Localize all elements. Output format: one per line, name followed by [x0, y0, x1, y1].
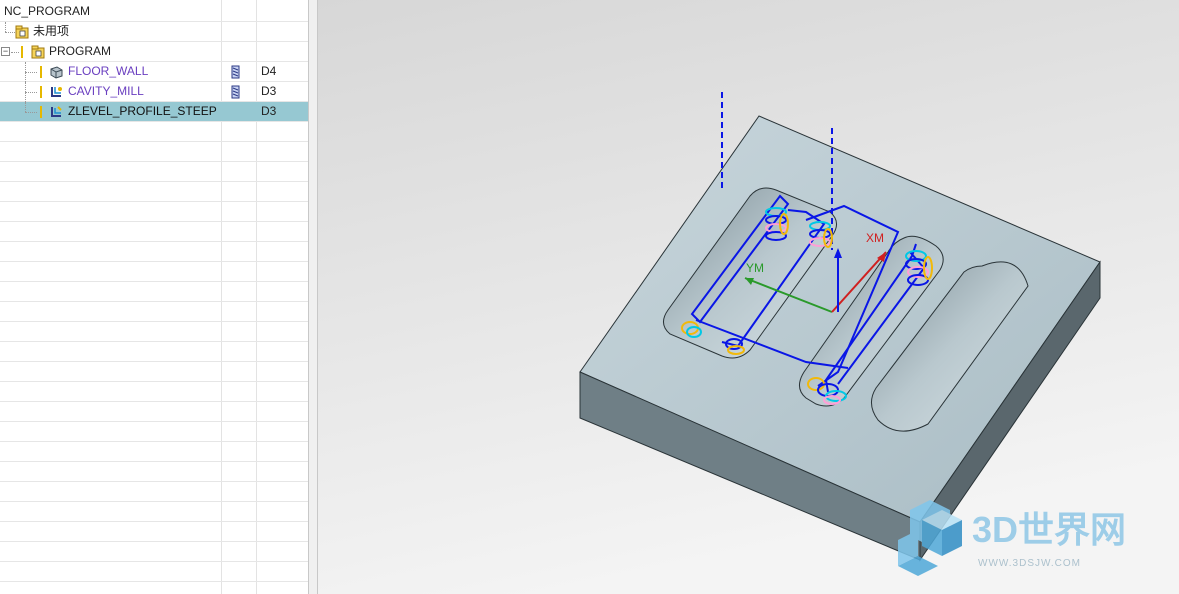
- operation-navigator: NC_PROGRAM 未用项 − PROGRAM FLOOR_WALL D4 C…: [0, 0, 308, 594]
- empty-row: [0, 462, 308, 482]
- program-folder-icon: [15, 25, 29, 39]
- empty-row: [0, 182, 308, 202]
- collapse-toggle[interactable]: −: [1, 47, 10, 56]
- empty-row: [0, 122, 308, 142]
- watermark-url: WWW.3DSJW.COM: [978, 558, 1081, 569]
- empty-row: [0, 362, 308, 382]
- panel-splitter[interactable]: [308, 0, 318, 594]
- tree-line: [5, 32, 15, 33]
- cavity-mill-operation-icon: [51, 87, 62, 97]
- status-marker: [21, 46, 23, 58]
- empty-row: [0, 502, 308, 522]
- empty-row: [0, 202, 308, 222]
- x-axis-label: XM: [866, 231, 884, 245]
- zlevel-profile-operation-icon: [51, 106, 62, 117]
- empty-row: [0, 522, 308, 542]
- status-marker: [40, 66, 42, 78]
- empty-row: [0, 322, 308, 342]
- operation-name: ZLEVEL_PROFILE_STEEP: [68, 104, 217, 118]
- tree-row-root[interactable]: NC_PROGRAM: [0, 2, 308, 22]
- tree-row-operation[interactable]: CAVITY_MILL D3: [0, 82, 308, 102]
- status-marker: [40, 86, 42, 98]
- tree-row-operation-selected[interactable]: ZLEVEL_PROFILE_STEEP D3: [0, 102, 308, 122]
- empty-row: [0, 422, 308, 442]
- empty-row: [0, 442, 308, 462]
- tool-name: D4: [261, 64, 277, 78]
- watermark-brand: 3D世界网: [972, 509, 1126, 550]
- floor-wall-operation-icon: [50, 66, 63, 79]
- tree-line: [25, 102, 26, 112]
- tree-line: [5, 22, 6, 32]
- program-label: PROGRAM: [49, 44, 112, 58]
- empty-row: [0, 402, 308, 422]
- unused-label: 未用项: [33, 24, 70, 38]
- tree-line: [11, 52, 19, 53]
- status-marker: [40, 106, 42, 118]
- tool-name: D3: [261, 84, 277, 98]
- empty-row: [0, 302, 308, 322]
- y-axis-label: YM: [746, 261, 764, 275]
- empty-row: [0, 482, 308, 502]
- tool-icon: [231, 85, 240, 99]
- empty-row: [0, 262, 308, 282]
- tree-line: [25, 112, 37, 113]
- empty-row: [0, 162, 308, 182]
- empty-row: [0, 222, 308, 242]
- tool-name: D3: [261, 104, 277, 118]
- tree-row-program[interactable]: − PROGRAM: [0, 42, 308, 62]
- tool-icon: [231, 65, 240, 79]
- empty-row: [0, 342, 308, 362]
- empty-row: [0, 242, 308, 262]
- operation-name: CAVITY_MILL: [68, 84, 144, 98]
- graphics-window[interactable]: XM YM 3D世界网 WWW.3DSJW.COM: [318, 0, 1179, 594]
- empty-row: [0, 562, 308, 582]
- empty-row: [0, 542, 308, 562]
- root-label: NC_PROGRAM: [4, 4, 91, 18]
- empty-row: [0, 282, 308, 302]
- tree-row-operation[interactable]: FLOOR_WALL D4: [0, 62, 308, 82]
- operation-name: FLOOR_WALL: [68, 64, 149, 78]
- program-folder-icon: [31, 45, 45, 59]
- tree-line: [25, 72, 37, 73]
- tree-row-unused[interactable]: 未用项: [0, 22, 308, 42]
- empty-row: [0, 382, 308, 402]
- empty-row: [0, 142, 308, 162]
- tree-line: [25, 92, 37, 93]
